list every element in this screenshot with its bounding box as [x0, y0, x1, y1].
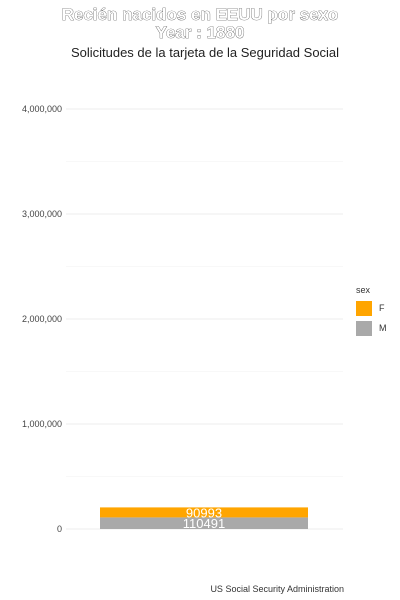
- legend-item-m: M: [356, 320, 387, 336]
- legend: sex F M: [356, 285, 387, 340]
- legend-label-m: M: [379, 323, 387, 333]
- legend-label-f: F: [379, 303, 385, 313]
- legend-swatch-f: [356, 300, 372, 316]
- y-tick-label: 0: [57, 524, 62, 534]
- bar-chart: 01,000,0002,000,0003,000,0004,000,000110…: [22, 104, 343, 534]
- y-tick-label: 4,000,000: [22, 104, 62, 114]
- legend-item-f: F: [356, 300, 387, 316]
- y-tick-label: 1,000,000: [22, 419, 62, 429]
- y-tick-label: 2,000,000: [22, 314, 62, 324]
- data-label-f: 90993: [186, 505, 222, 520]
- y-tick-label: 3,000,000: [22, 209, 62, 219]
- legend-title: sex: [356, 285, 371, 295]
- legend-swatch-m: [356, 320, 372, 336]
- source-caption: US Social Security Administration: [210, 584, 344, 594]
